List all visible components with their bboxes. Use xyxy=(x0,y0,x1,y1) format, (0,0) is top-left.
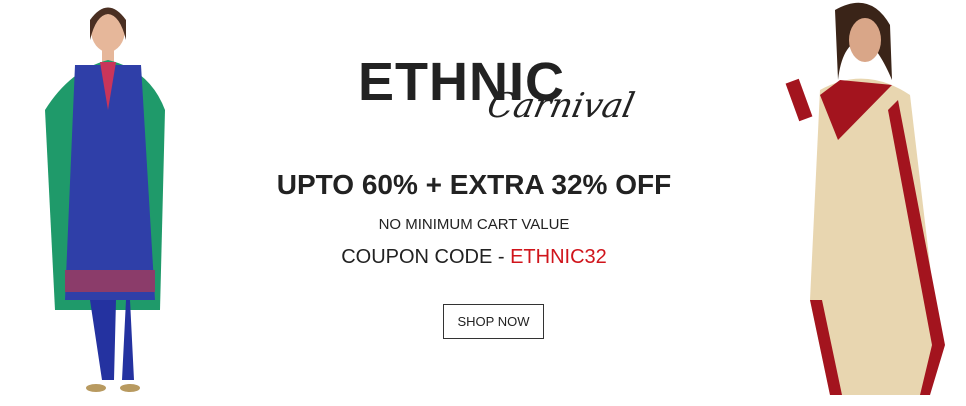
logo-carnival: Carnival xyxy=(483,86,638,126)
coupon-code: ETHNIC32 xyxy=(510,246,607,268)
model-kurta-image xyxy=(45,7,165,392)
coupon-label: COUPON CODE - xyxy=(341,246,511,268)
promo-banner[interactable]: ETHNIC Carnival UPTO 60% + EXTRA 32% OFF… xyxy=(0,0,966,406)
shop-now-button[interactable]: SHOP NOW xyxy=(443,304,544,339)
model-saree-image xyxy=(785,2,945,396)
